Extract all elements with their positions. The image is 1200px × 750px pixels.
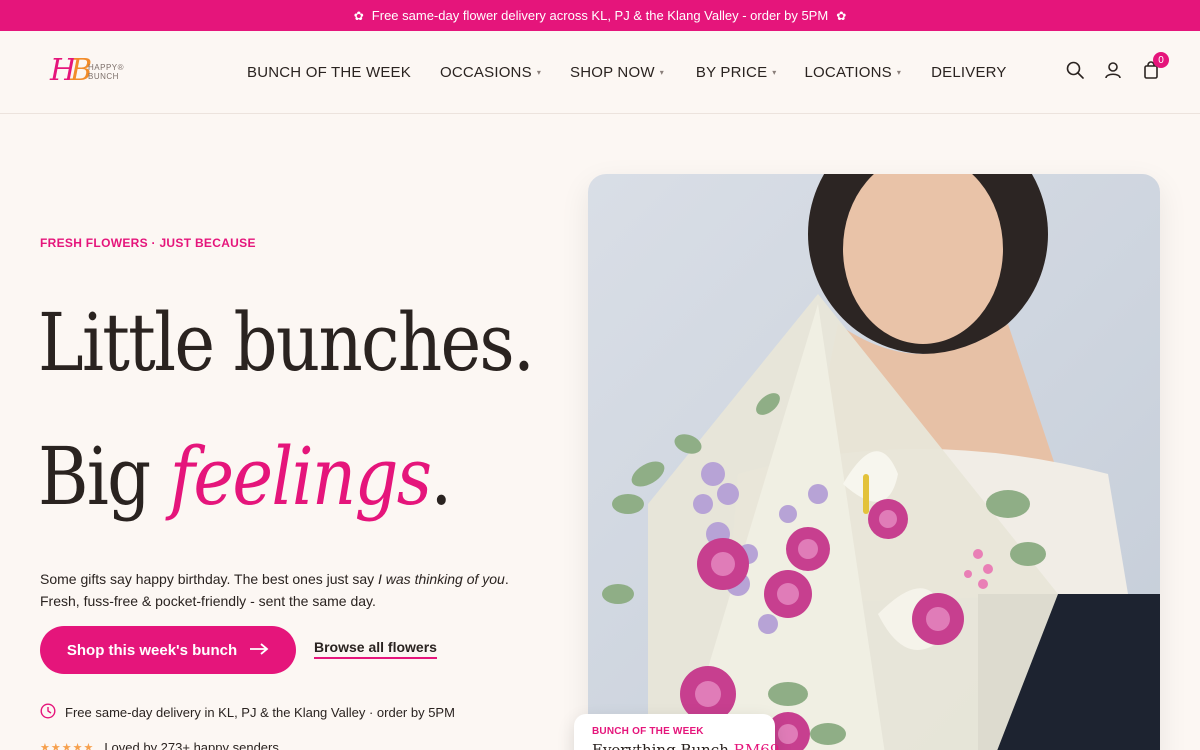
clock-icon [40, 703, 56, 722]
search-icon[interactable] [1066, 61, 1084, 79]
arrow-right-icon [249, 642, 269, 659]
nav-item-shop-now[interactable]: SHOP NOW ▾ [570, 64, 664, 81]
announcement-text: Free same-day flower delivery across KL,… [371, 8, 829, 23]
star-icon: ★★★★★ [40, 742, 95, 750]
hero-headline-line1: Little bunches. [38, 296, 535, 389]
hero-headline-line2: Big feelings. [38, 430, 452, 523]
rating-row: ★★★★★ Loved by 273+ happy senders [40, 740, 279, 750]
chevron-down-icon: ▾ [536, 68, 542, 77]
browse-all-flowers-link[interactable]: Browse all flowers [314, 639, 437, 659]
flower-icon: ✿ [353, 8, 364, 23]
featured-price: RM69 [733, 741, 780, 750]
main-nav: BUNCH OF THE WEEK OCCASIONS ▾ SHOP NOW ▾… [247, 31, 1007, 114]
logo-wordmark: HAPPY® BUNCH [88, 63, 125, 81]
nav-item-occasions[interactable]: OCCASIONS ▾ [440, 64, 541, 81]
nav-item-by-price[interactable]: BY PRICE ▾ [696, 64, 777, 81]
hero-eyebrow: FRESH FLOWERS · JUST BECAUSE [40, 236, 256, 250]
bouquet-illustration [602, 174, 1160, 750]
flower-icon: ✿ [836, 8, 847, 23]
chevron-down-icon: ▾ [659, 68, 664, 77]
chevron-down-icon: ▾ [772, 68, 777, 77]
account-icon[interactable] [1104, 61, 1122, 79]
header-actions: 0 [1066, 52, 1169, 79]
featured-kicker: BUNCH OF THE WEEK [592, 726, 704, 737]
bag-icon[interactable]: 0 [1142, 52, 1169, 79]
logo-mark: HB [50, 53, 92, 88]
chevron-down-icon: ▾ [896, 68, 902, 77]
site-header: HB HAPPY® BUNCH BUNCH OF THE WEEK OCCASI… [0, 31, 1200, 114]
nav-item-bunch-of-the-week[interactable]: BUNCH OF THE WEEK [247, 64, 411, 81]
hero-body-copy: Some gifts say happy birthday. The best … [40, 571, 509, 609]
brand-logo[interactable]: HB HAPPY® BUNCH [50, 53, 130, 93]
featured-title: Everything Bunch RM69 [592, 741, 779, 750]
announcement-bar: ✿ Free same-day flower delivery across K… [0, 0, 1200, 31]
shop-this-week-button[interactable]: Shop this week's bunch [40, 626, 296, 674]
featured-bunch-card[interactable]: BUNCH OF THE WEEK Everything Bunch RM69 [574, 714, 779, 750]
delivery-note: Free same-day delivery in KL, PJ & the K… [40, 703, 455, 722]
cart-count-badge: 0 [1153, 52, 1169, 68]
nav-item-delivery[interactable]: DELIVERY [931, 64, 1007, 81]
headline-accent-word: feelings [169, 430, 433, 523]
hero-photo [588, 174, 1160, 750]
nav-item-locations[interactable]: LOCATIONS ▾ [805, 64, 902, 81]
